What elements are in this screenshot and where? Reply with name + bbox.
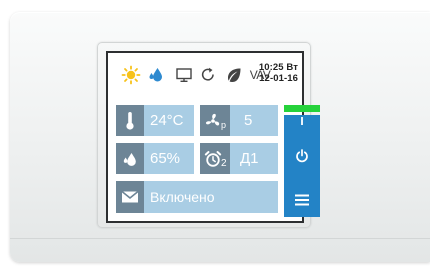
fan-speed-tile[interactable]: p 5 [200, 105, 278, 136]
refresh-icon[interactable] [199, 66, 217, 84]
fan-speed-value: 5 [244, 112, 253, 129]
panel-seam [10, 238, 430, 239]
clock-time: 10:25 Вт [258, 62, 298, 73]
alarm-tile[interactable]: 2 Д1 [200, 143, 278, 174]
power-level-mark [301, 117, 303, 125]
status-bar: VAV 10:25 Вт 12-01-16 [108, 53, 302, 95]
menu-button[interactable] [284, 182, 320, 217]
temperature-value: 24°C [150, 112, 184, 129]
fan-mode-subscript: p [221, 120, 227, 130]
hamburger-menu-icon [295, 194, 309, 205]
alarm-clock-icon: 2 [200, 143, 230, 174]
humidity-drop-icon [116, 143, 144, 174]
alarm-value: Д1 [240, 150, 259, 167]
message-tile[interactable]: Включено [116, 181, 278, 213]
leaf-icon[interactable] [225, 66, 243, 84]
humidity-value: 65% [150, 150, 181, 167]
sun-icon[interactable] [121, 65, 141, 85]
envelope-icon [116, 181, 144, 213]
clock-date: 12-01-16 [259, 73, 298, 84]
water-drop-icon[interactable] [148, 66, 164, 84]
touch-screen: VAV 10:25 Вт 12-01-16 24°C p 5 65% 2 Д1 … [106, 51, 320, 223]
power-indicator [284, 105, 320, 112]
temperature-tile[interactable]: 24°C [116, 105, 194, 136]
humidity-tile[interactable]: 65% [116, 143, 194, 174]
fan-icon: p [200, 105, 230, 136]
thermometer-icon [116, 105, 144, 136]
monitor-icon[interactable] [175, 66, 193, 84]
power-icon [296, 148, 308, 162]
alarm-subscript: 2 [221, 158, 227, 169]
status-message: Включено [150, 189, 215, 205]
